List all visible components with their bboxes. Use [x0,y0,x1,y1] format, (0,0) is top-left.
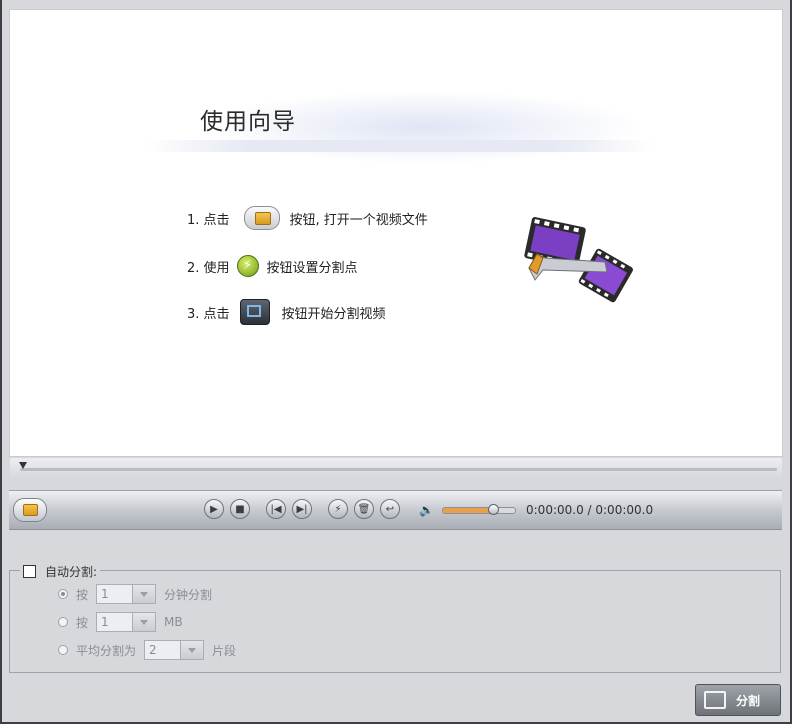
radio-size[interactable] [58,617,68,627]
minutes-value: 1 [101,587,109,601]
auto-split-checkbox[interactable] [23,564,36,578]
undo-button[interactable]: ↩ [380,499,400,519]
undo-icon: ↩ [385,504,395,515]
next-icon: ▶| [296,504,308,515]
time-display: 0:00:00.0 / 0:00:00.0 [526,503,654,517]
step-text: 按钮开始分割视频 [281,306,386,322]
timeline[interactable] [10,458,782,478]
size-select[interactable]: 1 [96,612,157,632]
step-text: 按钮设置分割点 [266,260,358,276]
split-button[interactable]: 分割 [695,684,781,716]
split-option-minutes[interactable]: 按 1 分钟分割 [58,583,212,605]
guide-step-3: 3. 点击 按钮开始分割视频 [187,299,386,325]
volume-slider[interactable] [442,507,516,514]
segments-value: 2 [149,643,157,657]
option-prefix: 按 [76,587,89,602]
option-suffix: 片段 [212,643,237,658]
split-option-equal[interactable]: 平均分割为 2 片段 [58,639,236,661]
stop-button[interactable]: ■ [230,499,250,519]
guide-banner-line [145,140,655,152]
auto-split-label: 自动分割: [45,564,98,579]
lightning-icon: ⚡ [236,255,259,277]
option-suffix: 分钟分割 [164,587,213,602]
chevron-down-icon[interactable] [132,613,156,631]
open-file-button[interactable] [13,498,47,522]
delete-button[interactable]: 🗑 [354,499,374,519]
step-prefix: 3. 点击 [187,306,230,322]
stop-icon: ■ [235,504,245,515]
previous-icon: |◀ [270,504,282,515]
split-button-label: 分割 [736,693,761,708]
play-icon: ▶ [210,504,218,515]
step-prefix: 2. 使用 [187,260,230,276]
split-point-button[interactable]: ⚡ [328,499,348,519]
option-prefix: 平均分割为 [76,643,137,658]
guide-panel: 使用向导 1. 点击 按钮, 打开一个视频文件 2. 使用 ⚡ 按钮设置分割点 … [9,9,783,457]
open-file-icon [243,206,280,230]
auto-split-header: 自动分割: [20,562,101,580]
next-button[interactable]: ▶| [292,499,312,519]
guide-step-1: 1. 点击 按钮, 打开一个视频文件 [187,206,428,230]
film-saw-illustration-icon [524,217,633,303]
lightning-icon: ⚡ [334,504,342,515]
prev-button[interactable]: |◀ [266,499,286,519]
film-icon [704,691,726,709]
minutes-select[interactable]: 1 [96,584,157,604]
step-text: 按钮, 打开一个视频文件 [289,212,428,228]
option-suffix: MB [164,615,183,629]
film-split-icon [239,299,270,325]
volume-slider-knob[interactable] [488,504,499,515]
player-controls: ▶ ■ |◀ ▶| ⚡ 🗑 ↩ 🔉 0:00:00.0 / 0:00:00.0 [9,490,782,530]
step-prefix: 1. 点击 [187,212,230,228]
timeline-track[interactable] [20,468,777,471]
radio-equal[interactable] [58,645,68,655]
segments-select[interactable]: 2 [144,640,205,660]
volume-icon[interactable]: 🔉 [419,503,434,517]
play-button[interactable]: ▶ [204,499,224,519]
chevron-down-icon[interactable] [180,641,204,659]
trash-icon: 🗑 [357,504,371,515]
radio-minutes[interactable] [58,589,68,599]
size-value: 1 [101,615,109,629]
timeline-position-marker[interactable] [19,462,27,469]
split-option-size[interactable]: 按 1 MB [58,611,183,633]
guide-title: 使用向导 [200,109,296,135]
guide-step-2: 2. 使用 ⚡ 按钮设置分割点 [187,254,358,278]
option-prefix: 按 [76,615,89,630]
chevron-down-icon[interactable] [132,585,156,603]
